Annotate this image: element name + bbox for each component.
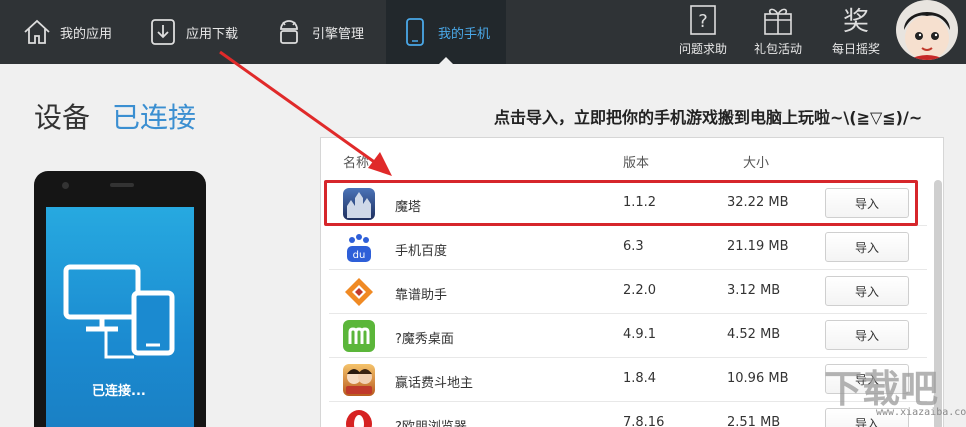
import-button[interactable]: 导入 <box>825 232 909 262</box>
avatar[interactable] <box>896 0 958 60</box>
svg-text:du: du <box>353 250 366 261</box>
app-name: ?欧朋浏览器 <box>395 416 467 427</box>
gift-label: 礼包活动 <box>753 42 802 56</box>
lottery-label: 每日摇奖 <box>831 42 880 56</box>
help-label: 问题求助 <box>678 42 727 56</box>
gift-icon <box>761 0 795 40</box>
nav-label: 引擎管理 <box>312 26 365 42</box>
nav-my-phone[interactable]: 我的手机 <box>386 0 506 64</box>
app-name: ?魔秀桌面 <box>395 332 454 347</box>
column-header-version: 版本 <box>623 156 650 171</box>
app-version: 1.8.4 <box>623 371 657 386</box>
app-size: 21.19 MB <box>727 239 789 254</box>
home-icon <box>22 17 52 47</box>
import-button[interactable]: 导入 <box>825 320 909 350</box>
baidu-icon: du <box>343 232 375 264</box>
app-name: 赢话费斗地主 <box>395 376 474 391</box>
svg-text:奖: 奖 <box>843 7 869 36</box>
speaker-slot <box>110 183 134 187</box>
table-row: ?魔秀桌面 4.9.1 4.52 MB 导入 <box>329 314 927 358</box>
opera-browser-icon <box>343 408 375 427</box>
nav-app-download[interactable]: 应用下载 <box>148 0 238 64</box>
column-header-name: 名称 <box>343 156 370 171</box>
svg-text:下载吧: 下载吧 <box>824 367 938 411</box>
lottery-icon: 奖 <box>839 0 873 40</box>
camera-dot <box>62 182 69 189</box>
gift-button[interactable]: 礼包活动 <box>742 0 814 64</box>
app-size: 4.52 MB <box>727 327 781 342</box>
app-version: 2.2.0 <box>623 283 657 298</box>
svg-text:?: ? <box>698 11 708 32</box>
download-icon <box>148 17 178 47</box>
import-button[interactable]: 导入 <box>825 276 909 306</box>
app-version: 7.8.16 <box>623 415 665 427</box>
app-name: 靠谱助手 <box>395 288 448 303</box>
nav-label: 我的手机 <box>438 26 491 42</box>
help-icon: ? <box>688 0 718 40</box>
nav-label: 应用下载 <box>186 26 239 42</box>
highlight-box <box>324 180 918 226</box>
device-title: 设备 <box>34 101 91 134</box>
nav-engine-management[interactable]: 引擎管理 <box>274 0 364 64</box>
lottery-button[interactable]: 奖 每日摇奖 <box>820 0 892 64</box>
connected-devices-icon <box>63 264 175 359</box>
app-version: 4.9.1 <box>623 327 657 342</box>
app-version: 6.3 <box>623 239 644 254</box>
table-row: 靠谱助手 2.2.0 3.12 MB 导入 <box>329 270 927 314</box>
nav-my-apps[interactable]: 我的应用 <box>22 0 112 64</box>
watermark-url: www.xiazaiba.com <box>876 407 966 418</box>
android-icon <box>274 17 304 47</box>
app-size: 3.12 MB <box>727 283 781 298</box>
app-size: 2.51 MB <box>727 415 781 427</box>
help-button[interactable]: ? 问题求助 <box>667 0 739 64</box>
phone-screen-status: 已连接... <box>92 384 146 399</box>
column-header-size: 大小 <box>743 156 770 171</box>
moxiu-launcher-icon <box>343 320 375 352</box>
app-size: 10.96 MB <box>727 371 789 386</box>
table-row: du 手机百度 6.3 21.19 MB 导入 <box>329 226 927 270</box>
app-name: 手机百度 <box>395 244 448 259</box>
import-hint: 点击导入，立即把你的手机游戏搬到电脑上玩啦~\(≧▽≦)/~ <box>494 108 923 127</box>
phone-icon <box>400 17 430 47</box>
doudizhu-icon <box>343 364 375 396</box>
top-navigation-bar: 我的应用 应用下载 引擎管理 我的手机 ? 问题求助 礼包活动 奖 每日摇奖 <box>0 0 966 64</box>
connection-status: 已连接 <box>112 101 197 134</box>
nav-label: 我的应用 <box>60 26 113 42</box>
kaopu-helper-icon <box>343 276 375 308</box>
